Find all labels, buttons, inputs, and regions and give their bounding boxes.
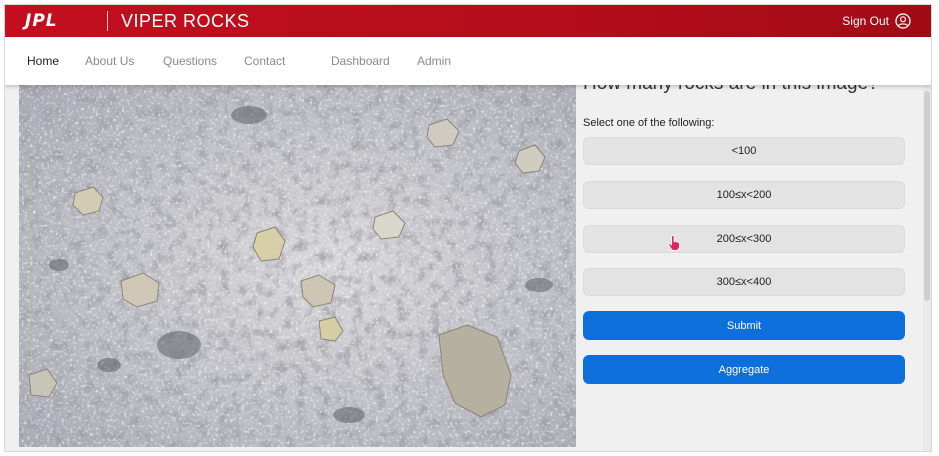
nav-contact[interactable]: Contact (244, 54, 285, 68)
nav-about-us[interactable]: About Us (85, 54, 134, 68)
sign-out-label: Sign Out (842, 14, 889, 28)
question-prompt: Select one of the following: (583, 117, 715, 129)
submit-label: Submit (726, 319, 762, 332)
jpl-logo[interactable]: JPL (25, 11, 58, 31)
option-label: <100 (731, 145, 757, 157)
option-button-200-300[interactable]: 200≤x<300 (583, 225, 905, 253)
main-nav: Home About Us Questions Contact Dashboar… (5, 37, 931, 85)
scroll-thumb[interactable] (924, 91, 930, 301)
hand-pointer-icon (668, 235, 681, 256)
nav-admin[interactable]: Admin (417, 54, 451, 68)
nav-questions[interactable]: Questions (163, 54, 217, 68)
nav-dashboard[interactable]: Dashboard (331, 54, 390, 68)
option-button-lt-100[interactable]: <100 (583, 137, 905, 165)
aggregate-label: Aggregate (718, 363, 770, 376)
aggregate-button[interactable]: Aggregate (583, 355, 905, 384)
option-button-100-200[interactable]: 100≤x<200 (583, 181, 905, 209)
user-circle-icon (895, 13, 911, 29)
page-scrollbar[interactable] (923, 85, 931, 451)
submit-button[interactable]: Submit (583, 311, 905, 340)
option-label: 100≤x<200 (716, 189, 772, 201)
header-divider (107, 11, 108, 31)
rock-image (19, 85, 576, 447)
option-button-300-400[interactable]: 300≤x<400 (583, 268, 905, 296)
top-header: JPL VIPER ROCKS Sign Out (5, 5, 931, 37)
browser-viewport: JPL VIPER ROCKS Sign Out Home About Us Q… (4, 4, 932, 452)
nav-home[interactable]: Home (27, 54, 59, 68)
option-label: 200≤x<300 (716, 233, 772, 245)
sign-out-button[interactable]: Sign Out (842, 13, 911, 29)
option-label: 300≤x<400 (716, 276, 772, 288)
app-title[interactable]: VIPER ROCKS (121, 11, 250, 32)
